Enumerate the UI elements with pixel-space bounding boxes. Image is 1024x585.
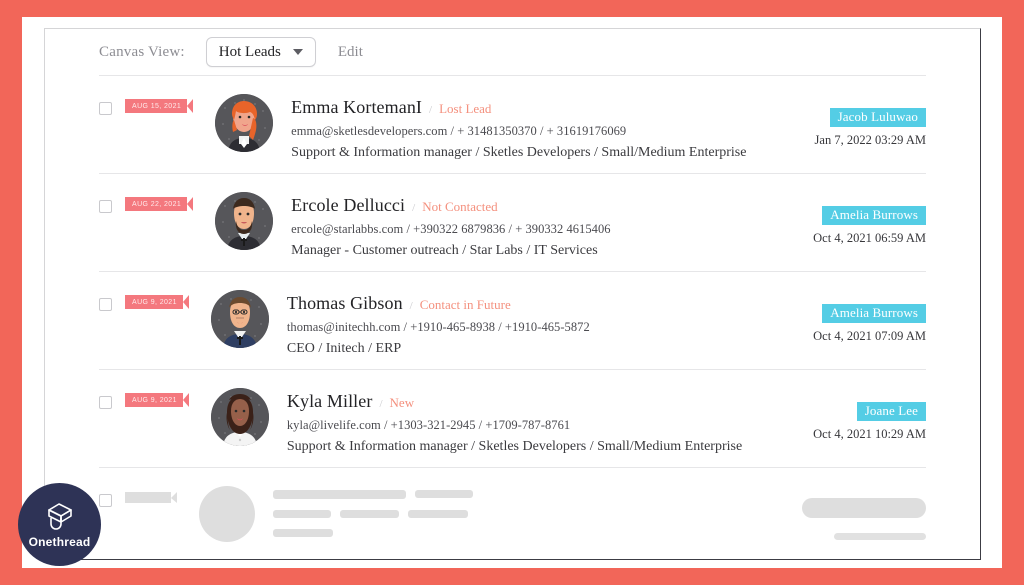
owner-badge[interactable]: Amelia Burrows (822, 304, 926, 323)
lead-name[interactable]: Thomas Gibson (287, 293, 403, 314)
avatar-thomas-icon (210, 290, 269, 348)
status-badge[interactable]: Contact in Future (420, 297, 511, 312)
leads-list: AUG 15, 2021 Emma KortemanI / Lost Lead … (45, 76, 980, 560)
name-status-separator: / (429, 104, 433, 116)
lead-details: Emma KortemanI / Lost Lead emma@sketlesd… (291, 97, 776, 161)
name-status-separator: / (379, 398, 383, 410)
row-checkbox[interactable] (99, 200, 112, 213)
skeleton-ribbon (125, 492, 177, 503)
lead-contact: ercole@starlabbs.com / +390322 6879836 /… (291, 221, 611, 236)
lead-details: Thomas Gibson / Contact in Future thomas… (286, 293, 776, 357)
skeleton-bar (273, 490, 406, 499)
status-badge[interactable]: Lost Lead (439, 101, 491, 116)
lead-details: Ercole Dellucci / Not Contacted ercole@s… (291, 195, 776, 259)
lead-role: Support & Information manager / Sketles … (291, 144, 747, 160)
skeleton-bar (273, 529, 333, 537)
lead-details: Kyla Miller / New kyla@livelife.com / +1… (286, 391, 776, 455)
avatar (210, 388, 269, 446)
skeleton-owner-badge (802, 498, 926, 518)
row-meta: Amelia Burrows Oct 4, 2021 06:59 AM (776, 196, 926, 246)
date-ribbon-badge: AUG 9, 2021 (125, 295, 189, 309)
avatar (215, 94, 274, 152)
skeleton-bar (415, 490, 473, 498)
lead-name[interactable]: Ercole Dellucci (291, 195, 405, 216)
skeleton-bar (273, 510, 331, 518)
status-badge[interactable]: Not Contacted (422, 199, 497, 214)
avatar-kyla-icon (210, 388, 269, 446)
row-checkbox[interactable] (99, 494, 112, 507)
table-row[interactable]: AUG 9, 2021 (45, 370, 980, 467)
row-checkbox[interactable] (99, 396, 112, 409)
lead-name-line: Ercole Dellucci / Not Contacted (291, 195, 776, 216)
leads-canvas-card: Canvas View: Hot Leads Edit AUG 15, 2021 (44, 28, 981, 560)
name-status-separator: / (412, 202, 416, 214)
table-row[interactable]: AUG 9, 2021 (45, 272, 980, 369)
status-badge[interactable]: New (390, 395, 415, 410)
lead-contact: kyla@livelife.com / +1303-321-2945 / +17… (286, 417, 571, 432)
row-timestamp: Jan 7, 2022 03:29 AM (814, 133, 926, 147)
row-timestamp: Oct 4, 2021 10:29 AM (813, 427, 926, 441)
skeleton-lines (273, 490, 776, 537)
skeleton-timestamp (834, 533, 926, 540)
skeleton-bar (340, 510, 399, 518)
onethread-mark-icon (47, 502, 72, 530)
lead-name[interactable]: Kyla Miller (287, 391, 373, 412)
owner-badge[interactable]: Jacob Luluwao (829, 108, 926, 127)
lead-role: Support & Information manager / Sketles … (286, 438, 743, 454)
avatar (215, 192, 274, 250)
row-meta: Jacob Luluwao Jan 7, 2022 03:29 AM (776, 98, 926, 148)
onethread-wordmark: Onethread (28, 534, 91, 549)
lead-name-line: Kyla Miller / New (287, 391, 776, 412)
name-status-separator: / (409, 300, 413, 312)
canvas-view-select[interactable]: Hot Leads (205, 37, 316, 67)
row-meta: Joane Lee Oct 4, 2021 10:29 AM (776, 392, 926, 442)
row-timestamp: Oct 4, 2021 06:59 AM (813, 231, 926, 245)
onethread-logo[interactable]: Onethread (18, 483, 101, 566)
loading-placeholder-row (45, 468, 980, 560)
avatar-ercole-icon (215, 192, 274, 250)
lead-role: Manager - Customer outreach / Star Labs … (291, 242, 598, 258)
date-ribbon-badge: AUG 15, 2021 (125, 99, 194, 113)
skeleton-meta (776, 490, 926, 545)
lead-name[interactable]: Emma KortemanI (291, 97, 422, 118)
table-row[interactable]: AUG 15, 2021 Emma KortemanI / Lost Lead … (45, 76, 980, 173)
canvas-toolbar: Canvas View: Hot Leads Edit (45, 29, 980, 75)
owner-badge[interactable]: Joane Lee (856, 402, 926, 421)
date-ribbon-badge: AUG 9, 2021 (125, 393, 189, 407)
edit-view-link[interactable]: Edit (338, 44, 363, 61)
skeleton-bar (408, 510, 468, 518)
avatar (210, 290, 269, 348)
row-checkbox[interactable] (99, 102, 112, 115)
skeleton-avatar (199, 486, 255, 542)
avatar-emma-icon (215, 94, 274, 152)
lead-name-line: Emma KortemanI / Lost Lead (291, 97, 776, 118)
owner-badge[interactable]: Amelia Burrows (822, 206, 926, 225)
lead-name-line: Thomas Gibson / Contact in Future (287, 293, 776, 314)
date-ribbon-badge: AUG 22, 2021 (125, 197, 194, 211)
chevron-down-icon (292, 49, 303, 55)
table-row[interactable]: AUG 22, 2021 Ercole Dellucci / Not Conta… (45, 174, 980, 271)
lead-contact: emma@sketlesdevelopers.com / + 314813503… (291, 123, 627, 138)
row-timestamp: Oct 4, 2021 07:09 AM (813, 329, 926, 343)
lead-contact: thomas@initechh.com / +1910-465-8938 / +… (286, 319, 590, 334)
lead-role: CEO / Initech / ERP (286, 340, 402, 356)
canvas-view-label: Canvas View: (99, 43, 185, 60)
row-meta: Amelia Burrows Oct 4, 2021 07:09 AM (776, 294, 926, 344)
canvas-view-selected-value: Hot Leads (218, 43, 281, 60)
row-checkbox[interactable] (99, 298, 112, 311)
